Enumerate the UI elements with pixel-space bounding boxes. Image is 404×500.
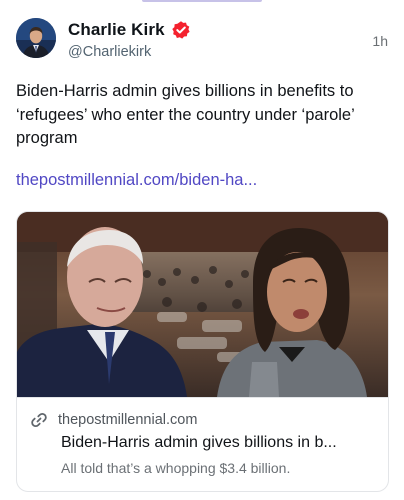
verified-badge-icon (171, 20, 191, 40)
top-indicator-bar (142, 0, 262, 2)
news-photo (17, 212, 388, 397)
avatar[interactable] (16, 18, 56, 58)
author-handle[interactable]: @Charliekirk (68, 44, 151, 60)
post-header: Charlie Kirk @Charliekirk 1h (16, 16, 390, 62)
card-description: All told that’s a whopping $3.4 billion. (61, 460, 291, 476)
link-preview-card[interactable]: thepostmillennial.com Biden-Harris admin… (16, 211, 389, 492)
post-link[interactable]: thepostmillennial.com/biden-ha... (16, 171, 257, 190)
name-row: Charlie Kirk (68, 20, 191, 40)
card-domain: thepostmillennial.com (58, 412, 198, 428)
post-text: Biden-Harris admin gives billions in ben… (16, 82, 355, 147)
link-icon (30, 411, 48, 429)
card-domain-row: thepostmillennial.com (30, 411, 197, 429)
card-title: Biden-Harris admin gives billions in b..… (61, 434, 337, 451)
post-time: 1h (372, 33, 388, 49)
card-meta: thepostmillennial.com Biden-Harris admin… (17, 397, 388, 491)
post-page: Charlie Kirk @Charliekirk 1h Biden-Harri… (0, 0, 404, 500)
author-name[interactable]: Charlie Kirk (68, 20, 165, 40)
